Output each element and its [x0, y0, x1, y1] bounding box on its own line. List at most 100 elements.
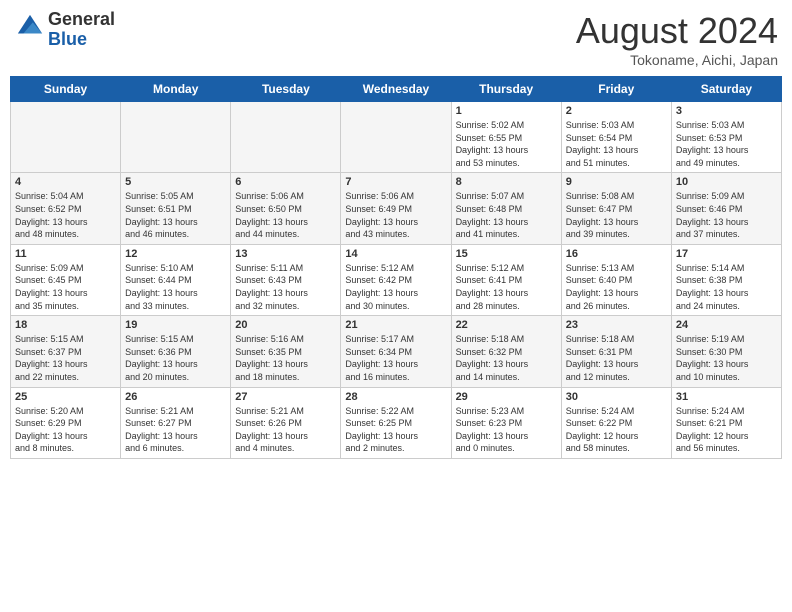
- calendar-cell: 28 Sunrise: 5:22 AM Sunset: 6:25 PM Dayli…: [341, 387, 451, 458]
- day-number: 2: [566, 105, 667, 117]
- weekday-header-thursday: Thursday: [451, 77, 561, 102]
- day-info: Sunrise: 5:22 AM Sunset: 6:25 PM Dayligh…: [345, 405, 446, 455]
- day-info: Sunrise: 5:05 AM Sunset: 6:51 PM Dayligh…: [125, 190, 226, 240]
- day-info: Sunrise: 5:24 AM Sunset: 6:22 PM Dayligh…: [566, 405, 667, 455]
- logo: General Blue: [14, 10, 115, 50]
- weekday-header-friday: Friday: [561, 77, 671, 102]
- day-info: Sunrise: 5:06 AM Sunset: 6:49 PM Dayligh…: [345, 190, 446, 240]
- day-number: 30: [566, 391, 667, 403]
- day-info: Sunrise: 5:06 AM Sunset: 6:50 PM Dayligh…: [235, 190, 336, 240]
- day-number: 18: [15, 319, 116, 331]
- calendar-cell: 21 Sunrise: 5:17 AM Sunset: 6:34 PM Dayli…: [341, 316, 451, 387]
- weekday-header-row: SundayMondayTuesdayWednesdayThursdayFrid…: [11, 77, 782, 102]
- day-info: Sunrise: 5:15 AM Sunset: 6:36 PM Dayligh…: [125, 333, 226, 383]
- calendar-week-row: 1Sunrise: 5:02 AM Sunset: 6:55 PM Daylig…: [11, 102, 782, 173]
- calendar-cell: 15 Sunrise: 5:12 AM Sunset: 6:41 PM Dayli…: [451, 244, 561, 315]
- day-number: 20: [235, 319, 336, 331]
- day-info: Sunrise: 5:12 AM Sunset: 6:41 PM Dayligh…: [456, 262, 557, 312]
- day-number: 6: [235, 176, 336, 188]
- calendar-cell: 8 Sunrise: 5:07 AM Sunset: 6:48 PM Daylig…: [451, 173, 561, 244]
- calendar-cell: 30 Sunrise: 5:24 AM Sunset: 6:22 PM Dayli…: [561, 387, 671, 458]
- calendar-cell: 14Sunrise: 5:12 AM Sunset: 6:42 PM Dayli…: [341, 244, 451, 315]
- day-number: 29: [456, 391, 557, 403]
- calendar-cell: 20 Sunrise: 5:16 AM Sunset: 6:35 PM Dayli…: [231, 316, 341, 387]
- calendar-cell: 18 Sunrise: 5:15 AM Sunset: 6:37 PM Dayli…: [11, 316, 121, 387]
- calendar-cell: [11, 102, 121, 173]
- calendar-cell: 29Sunrise: 5:23 AM Sunset: 6:23 PM Dayli…: [451, 387, 561, 458]
- calendar-cell: 13Sunrise: 5:11 AM Sunset: 6:43 PM Dayli…: [231, 244, 341, 315]
- day-number: 23: [566, 319, 667, 331]
- calendar-cell: 17 Sunrise: 5:14 AM Sunset: 6:38 PM Dayli…: [671, 244, 781, 315]
- day-number: 7: [345, 176, 446, 188]
- calendar-week-row: 11Sunrise: 5:09 AM Sunset: 6:45 PM Dayli…: [11, 244, 782, 315]
- day-number: 21: [345, 319, 446, 331]
- weekday-header-monday: Monday: [121, 77, 231, 102]
- day-info: Sunrise: 5:03 AM Sunset: 6:53 PM Dayligh…: [676, 119, 777, 169]
- day-info: Sunrise: 5:03 AM Sunset: 6:54 PM Dayligh…: [566, 119, 667, 169]
- day-info: Sunrise: 5:15 AM Sunset: 6:37 PM Dayligh…: [15, 333, 116, 383]
- calendar-cell: [231, 102, 341, 173]
- day-number: 5: [125, 176, 226, 188]
- month-title: August 2024: [576, 10, 778, 52]
- calendar-cell: 1Sunrise: 5:02 AM Sunset: 6:55 PM Daylig…: [451, 102, 561, 173]
- day-info: Sunrise: 5:07 AM Sunset: 6:48 PM Dayligh…: [456, 190, 557, 240]
- calendar-cell: 5 Sunrise: 5:05 AM Sunset: 6:51 PM Daylig…: [121, 173, 231, 244]
- calendar-cell: 4Sunrise: 5:04 AM Sunset: 6:52 PM Daylig…: [11, 173, 121, 244]
- day-info: Sunrise: 5:08 AM Sunset: 6:47 PM Dayligh…: [566, 190, 667, 240]
- calendar-cell: 31 Sunrise: 5:24 AM Sunset: 6:21 PM Dayli…: [671, 387, 781, 458]
- day-info: Sunrise: 5:11 AM Sunset: 6:43 PM Dayligh…: [235, 262, 336, 312]
- day-info: Sunrise: 5:21 AM Sunset: 6:26 PM Dayligh…: [235, 405, 336, 455]
- day-number: 1: [456, 105, 557, 117]
- day-number: 31: [676, 391, 777, 403]
- day-number: 3: [676, 105, 777, 117]
- day-number: 10: [676, 176, 777, 188]
- day-info: Sunrise: 5:09 AM Sunset: 6:46 PM Dayligh…: [676, 190, 777, 240]
- calendar-cell: 11Sunrise: 5:09 AM Sunset: 6:45 PM Dayli…: [11, 244, 121, 315]
- day-info: Sunrise: 5:19 AM Sunset: 6:30 PM Dayligh…: [676, 333, 777, 383]
- day-number: 26: [125, 391, 226, 403]
- calendar-cell: 24 Sunrise: 5:19 AM Sunset: 6:30 PM Dayli…: [671, 316, 781, 387]
- day-number: 4: [15, 176, 116, 188]
- logo-icon: [16, 13, 44, 41]
- calendar-cell: 7 Sunrise: 5:06 AM Sunset: 6:49 PM Daylig…: [341, 173, 451, 244]
- day-number: 9: [566, 176, 667, 188]
- day-number: 15: [456, 248, 557, 260]
- day-info: Sunrise: 5:17 AM Sunset: 6:34 PM Dayligh…: [345, 333, 446, 383]
- calendar-table: SundayMondayTuesdayWednesdayThursdayFrid…: [10, 76, 782, 459]
- day-number: 11: [15, 248, 116, 260]
- day-info: Sunrise: 5:13 AM Sunset: 6:40 PM Dayligh…: [566, 262, 667, 312]
- day-info: Sunrise: 5:24 AM Sunset: 6:21 PM Dayligh…: [676, 405, 777, 455]
- day-number: 22: [456, 319, 557, 331]
- day-number: 28: [345, 391, 446, 403]
- page-header: General Blue August 2024 Tokoname, Aichi…: [10, 10, 782, 68]
- calendar-week-row: 18 Sunrise: 5:15 AM Sunset: 6:37 PM Dayli…: [11, 316, 782, 387]
- weekday-header-sunday: Sunday: [11, 77, 121, 102]
- day-info: Sunrise: 5:10 AM Sunset: 6:44 PM Dayligh…: [125, 262, 226, 312]
- day-number: 8: [456, 176, 557, 188]
- day-info: Sunrise: 5:16 AM Sunset: 6:35 PM Dayligh…: [235, 333, 336, 383]
- calendar-cell: [341, 102, 451, 173]
- location: Tokoname, Aichi, Japan: [576, 52, 778, 68]
- day-number: 17: [676, 248, 777, 260]
- day-number: 24: [676, 319, 777, 331]
- weekday-header-wednesday: Wednesday: [341, 77, 451, 102]
- calendar-cell: 22 Sunrise: 5:18 AM Sunset: 6:32 PM Dayli…: [451, 316, 561, 387]
- calendar-cell: 16Sunrise: 5:13 AM Sunset: 6:40 PM Dayli…: [561, 244, 671, 315]
- calendar-cell: 25Sunrise: 5:20 AM Sunset: 6:29 PM Dayli…: [11, 387, 121, 458]
- calendar-week-row: 25Sunrise: 5:20 AM Sunset: 6:29 PM Dayli…: [11, 387, 782, 458]
- day-info: Sunrise: 5:18 AM Sunset: 6:32 PM Dayligh…: [456, 333, 557, 383]
- calendar-cell: 9 Sunrise: 5:08 AM Sunset: 6:47 PM Daylig…: [561, 173, 671, 244]
- calendar-cell: 12 Sunrise: 5:10 AM Sunset: 6:44 PM Dayli…: [121, 244, 231, 315]
- calendar-cell: 27 Sunrise: 5:21 AM Sunset: 6:26 PM Dayli…: [231, 387, 341, 458]
- calendar-cell: 26 Sunrise: 5:21 AM Sunset: 6:27 PM Dayli…: [121, 387, 231, 458]
- weekday-header-tuesday: Tuesday: [231, 77, 341, 102]
- day-number: 12: [125, 248, 226, 260]
- day-number: 25: [15, 391, 116, 403]
- day-number: 19: [125, 319, 226, 331]
- logo-text: General Blue: [48, 10, 115, 50]
- day-info: Sunrise: 5:21 AM Sunset: 6:27 PM Dayligh…: [125, 405, 226, 455]
- day-info: Sunrise: 5:14 AM Sunset: 6:38 PM Dayligh…: [676, 262, 777, 312]
- title-area: August 2024 Tokoname, Aichi, Japan: [576, 10, 778, 68]
- calendar-cell: 3 Sunrise: 5:03 AM Sunset: 6:53 PM Daylig…: [671, 102, 781, 173]
- day-number: 27: [235, 391, 336, 403]
